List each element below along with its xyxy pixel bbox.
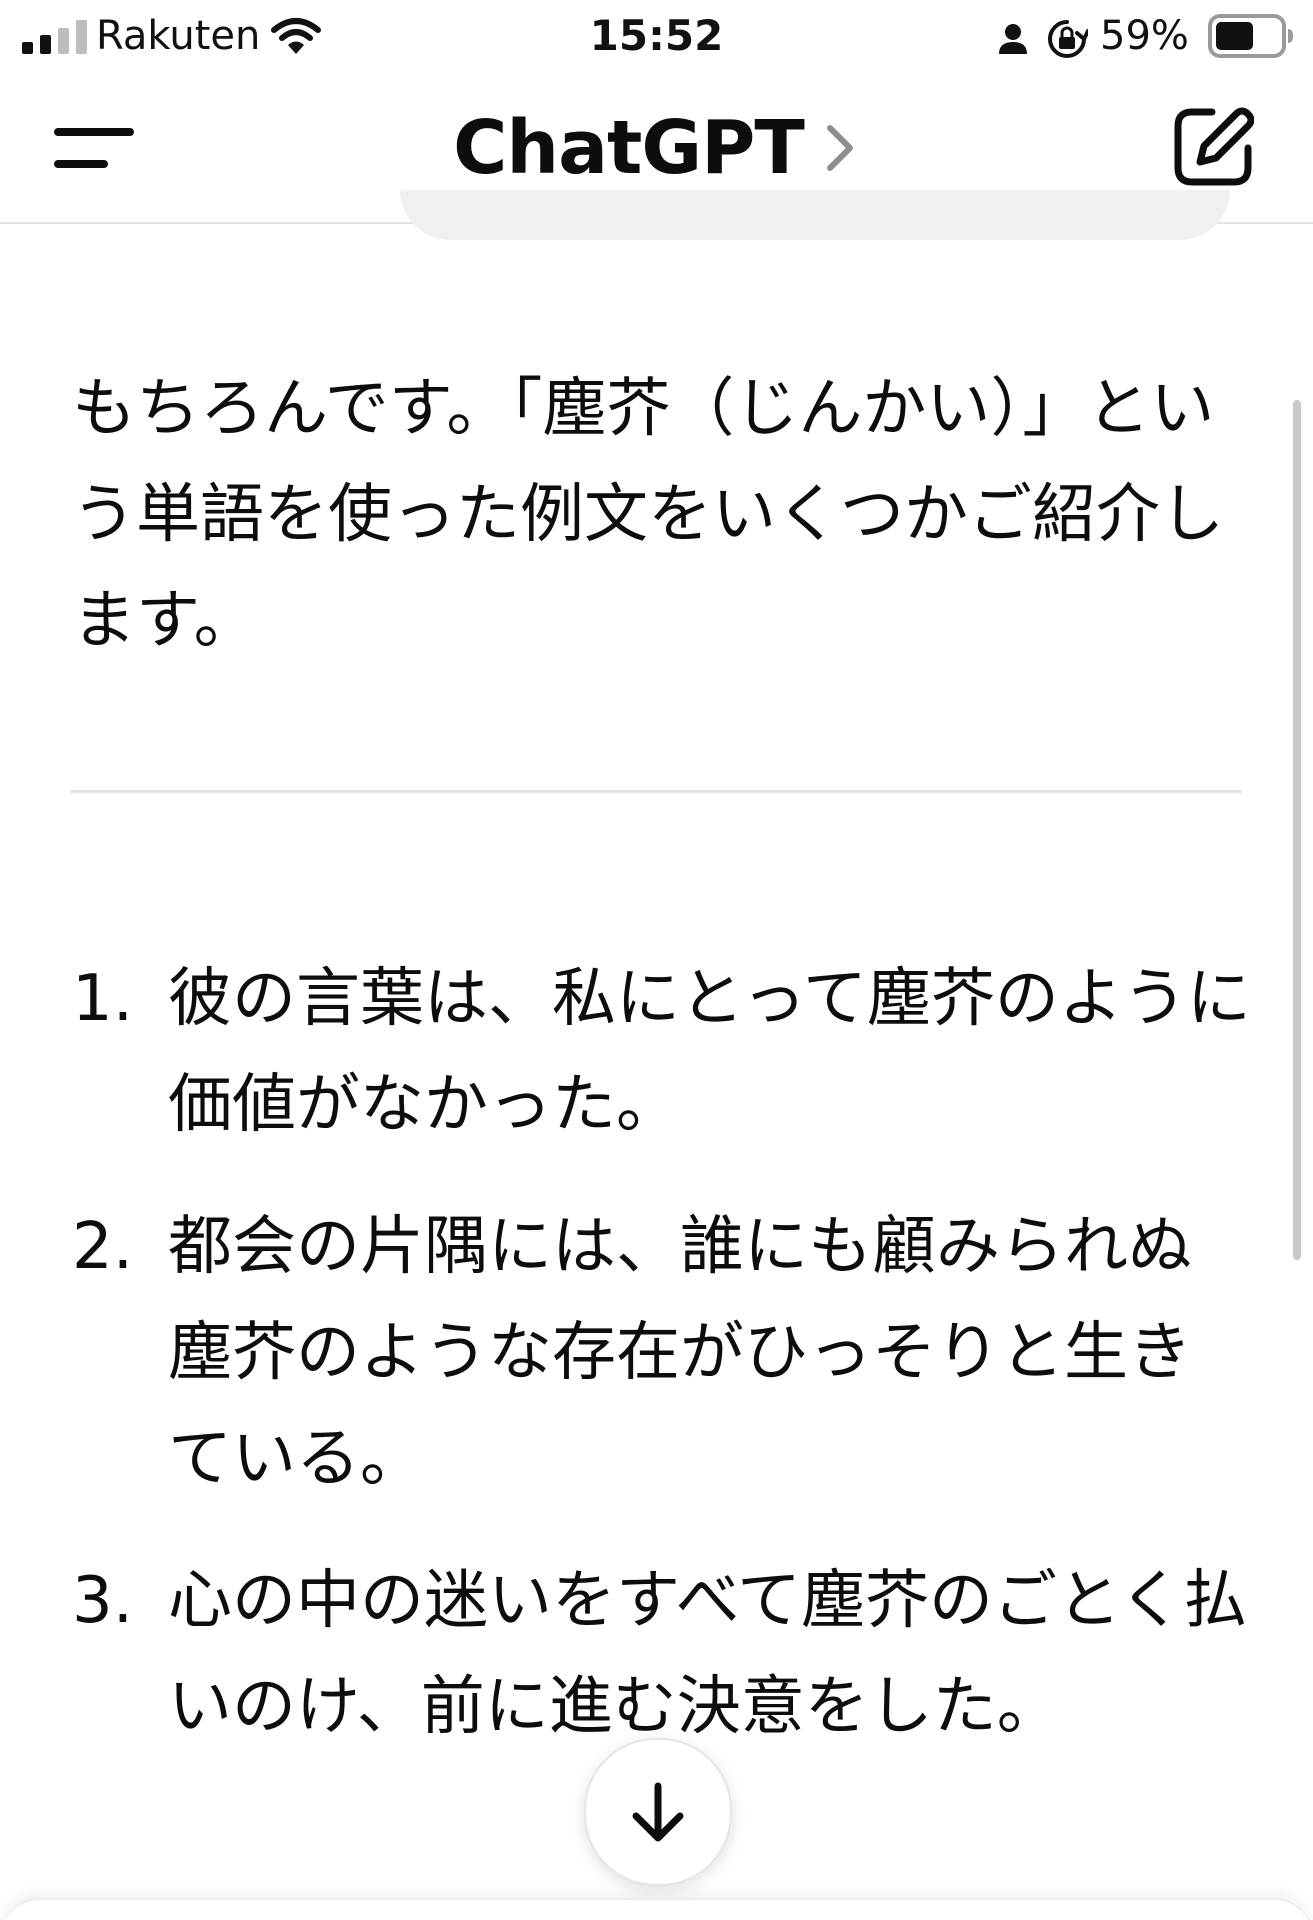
carrier-name: Rakuten — [96, 13, 261, 59]
status-time: 15:52 — [589, 11, 724, 60]
composer-panel — [0, 1898, 1313, 1920]
person-icon — [999, 24, 1027, 54]
list-item-number: 3. — [72, 1564, 134, 1638]
new-chat-icon — [1174, 107, 1254, 186]
new-chat-button[interactable] — [1168, 102, 1258, 192]
orientation-lock-icon — [1048, 20, 1088, 58]
app-title: ChatGPT — [453, 105, 805, 191]
scrollbar[interactable] — [1293, 400, 1301, 1260]
list-item: 3. 心の中の迷いをすべて塵芥のごとく払いのけ、前に進む決意をした。 — [72, 1548, 1252, 1760]
list-item-text: 彼の言葉は、私にとって塵芥のように価値がなかった。 — [168, 962, 1251, 1142]
list-item-number: 1. — [72, 962, 134, 1036]
menu-icon — [54, 128, 134, 168]
chat-screen: Rakuten 15:52 59% ChatGPT もちろんです。「塵芥（じんか… — [0, 0, 1313, 1920]
example-list: 1. 彼の言葉は、私にとって塵芥のように価値がなかった。 2. 都会の片隅には、… — [72, 946, 1252, 1796]
battery-icon — [1208, 14, 1293, 58]
list-item-text: 心の中の迷いをすべて塵芥のごとく払いのけ、前に進む決意をした。 — [168, 1564, 1248, 1744]
list-item-text: 都会の片隅には、誰にも顧みられぬ塵芥のような存在がひっそりと生きている。 — [168, 1210, 1192, 1496]
chevron-right-icon — [826, 125, 853, 171]
list-item: 2. 都会の片隅には、誰にも顧みられぬ塵芥のような存在がひっそりと生きている。 — [72, 1194, 1252, 1512]
scroll-to-bottom-button[interactable] — [584, 1738, 732, 1886]
previous-user-message — [400, 190, 1230, 240]
status-bar: Rakuten 15:52 59% — [0, 0, 1313, 72]
assistant-message-intro: もちろんです。「塵芥（じんかい）」という単語を使った例文をいくつかご紹介します。 — [72, 372, 1224, 658]
list-item: 1. 彼の言葉は、私にとって塵芥のように価値がなかった。 — [72, 946, 1252, 1158]
model-selector[interactable]: ChatGPT — [453, 106, 860, 190]
arrow-down-icon — [632, 1782, 684, 1842]
battery-percentage: 59% — [1100, 13, 1189, 59]
signal-icon — [22, 20, 87, 54]
wifi-icon — [271, 18, 321, 54]
message-divider — [70, 790, 1242, 793]
menu-button[interactable] — [44, 112, 144, 184]
list-item-number: 2. — [72, 1210, 134, 1284]
